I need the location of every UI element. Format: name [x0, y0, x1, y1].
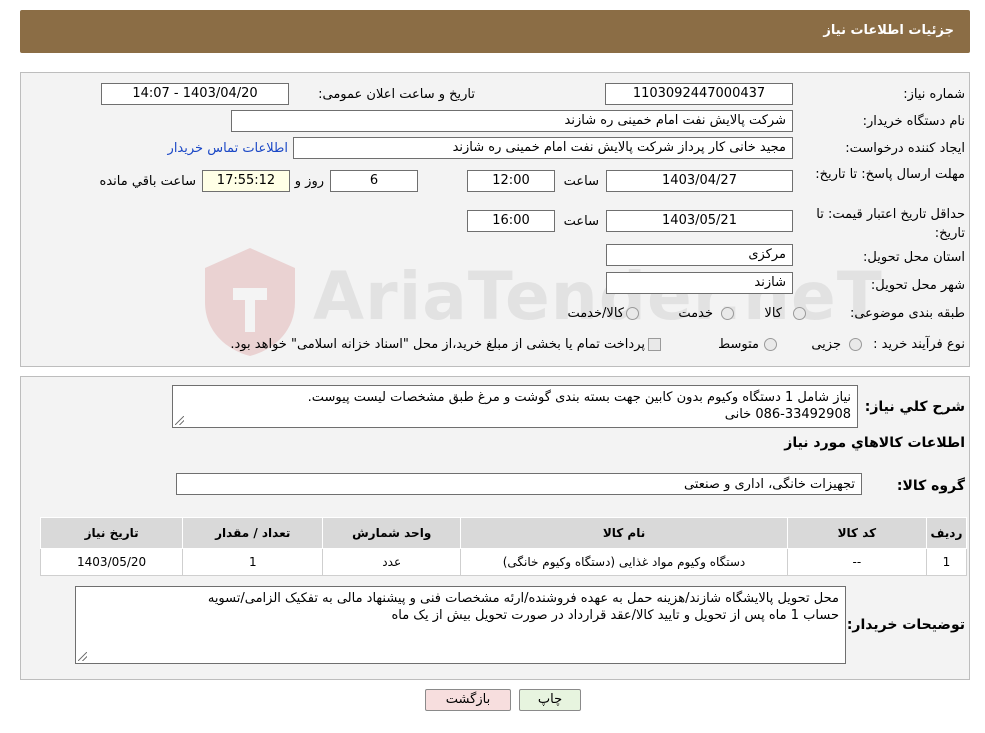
- col-row: ردیف: [925, 517, 968, 549]
- resize-grip-icon[interactable]: [175, 416, 184, 425]
- reply-deadline-label: مهلت ارسال پاسخ: تا تاریخ:: [815, 167, 965, 182]
- goods-section-title: اطلاعات کالاهاي مورد نياز: [784, 435, 965, 451]
- col-qty: تعداد / مقدار: [182, 517, 324, 549]
- description-label: شرح کلي نياز:: [864, 399, 965, 415]
- price-validity-time-field: 16:00: [467, 210, 555, 232]
- buyer-contact-link[interactable]: اطلاعات تماس خریدار: [168, 141, 288, 156]
- buyer-notes-label: توضیحات خریدار:: [846, 617, 965, 633]
- cell-qty: 1: [182, 548, 324, 576]
- creator-label: ایجاد کننده درخواست:: [845, 141, 965, 156]
- category-goods-service-radio[interactable]: [626, 307, 639, 320]
- purchase-type-minor-label: جزیی: [811, 337, 841, 352]
- remaining-time-field: 17:55:12: [202, 170, 290, 192]
- category-goods-service-label: کالا/خدمت: [567, 306, 624, 321]
- buyer-notes-line2: حساب 1 ماه پس از تحویل و تایید کالا/عقد …: [391, 608, 839, 623]
- remaining-days-field: 6: [330, 170, 418, 192]
- price-validity-date-field: 1403/05/21: [606, 210, 793, 232]
- buyer-org-field: شرکت پالایش نفت امام خمینی ره شازند: [231, 110, 793, 132]
- purchase-type-medium-radio[interactable]: [764, 338, 777, 351]
- category-goods-radio[interactable]: [793, 307, 806, 320]
- cell-code: --: [786, 548, 927, 576]
- goods-group-label: گروه کالا:: [896, 478, 965, 494]
- cell-unit: عدد: [322, 548, 462, 576]
- creator-field: مجید خانی کار پرداز شرکت پالایش نفت امام…: [293, 137, 793, 159]
- cell-row: 1: [925, 548, 968, 576]
- reply-deadline-date-field: 1403/04/27: [606, 170, 793, 192]
- cell-date: 1403/05/20: [39, 548, 184, 576]
- cell-name: دستگاه وکیوم مواد غذایی (دستگاه وکیوم خا…: [460, 548, 788, 576]
- description-textarea[interactable]: نیاز شامل 1 دستگاه وکیوم بدون کابین جهت …: [172, 385, 858, 428]
- province-label: استان محل تحویل:: [863, 250, 965, 265]
- treasury-note: پرداخت تمام یا بخشی از مبلغ خرید،از محل …: [230, 337, 645, 352]
- need-number-field: 1103092447000437: [605, 83, 793, 105]
- reply-deadline-time-field: 12:00: [467, 170, 555, 192]
- category-label: طبقه بندی موضوعی:: [849, 306, 965, 321]
- goods-table: ردیف کد کالا نام کالا واحد شمارش تعداد /…: [39, 517, 968, 576]
- description-line2: 086-33492908 خانی: [724, 407, 851, 422]
- need-number-label: شماره نیاز:: [903, 87, 965, 102]
- print-button[interactable]: چاپ: [519, 689, 581, 711]
- city-field: شازند: [606, 272, 793, 294]
- province-field: مرکزی: [606, 244, 793, 266]
- purchase-type-minor-radio[interactable]: [849, 338, 862, 351]
- back-button[interactable]: بازگشت: [425, 689, 511, 711]
- description-line1: نیاز شامل 1 دستگاه وکیوم بدون کابین جهت …: [307, 390, 851, 405]
- buyer-org-label: نام دستگاه خریدار:: [862, 114, 965, 129]
- announce-datetime-label: تاریخ و ساعت اعلان عمومی:: [318, 87, 475, 102]
- days-label: روز و: [294, 174, 324, 189]
- purchase-type-label: نوع فرآیند خرید :: [873, 337, 965, 352]
- announce-datetime-field: 1403/04/20 - 14:07: [101, 83, 289, 105]
- col-name: نام کالا: [460, 517, 788, 549]
- category-service-radio[interactable]: [721, 307, 734, 320]
- reply-deadline-time-label: ساعت: [563, 174, 599, 189]
- watermark-text: AriaTender.neT: [313, 258, 883, 335]
- col-unit: واحد شمارش: [322, 517, 462, 549]
- price-validity-label: حداقل تاریخ اعتبار قیمت: تا تاریخ:: [816, 207, 965, 241]
- purchase-type-medium-label: متوسط: [718, 337, 759, 352]
- goods-table-header: ردیف کد کالا نام کالا واحد شمارش تعداد /…: [39, 517, 968, 549]
- buyer-notes-textarea[interactable]: محل تحویل پالایشگاه شازند/هزینه حمل به ع…: [75, 586, 846, 664]
- remaining-time-label: ساعت باقي مانده: [99, 174, 196, 189]
- city-label: شهر محل تحویل:: [870, 278, 965, 293]
- goods-group-field: تجهیزات خانگی، اداری و صنعتی: [176, 473, 862, 495]
- resize-grip-icon[interactable]: [78, 652, 87, 661]
- treasury-checkbox[interactable]: [648, 338, 661, 351]
- category-service-label: خدمت: [678, 306, 713, 321]
- buyer-notes-line1: محل تحویل پالایشگاه شازند/هزینه حمل به ع…: [207, 591, 839, 606]
- col-date: تاریخ نیاز: [39, 517, 184, 549]
- price-validity-time-label: ساعت: [563, 214, 599, 229]
- category-goods-label: کالا: [764, 306, 782, 321]
- table-row: 1 -- دستگاه وکیوم مواد غذایی (دستگاه وکی…: [39, 548, 968, 576]
- page-header: جزئیات اطلاعات نیاز: [20, 10, 970, 53]
- col-code: کد کالا: [786, 517, 927, 549]
- page-title: جزئیات اطلاعات نیاز: [823, 23, 954, 38]
